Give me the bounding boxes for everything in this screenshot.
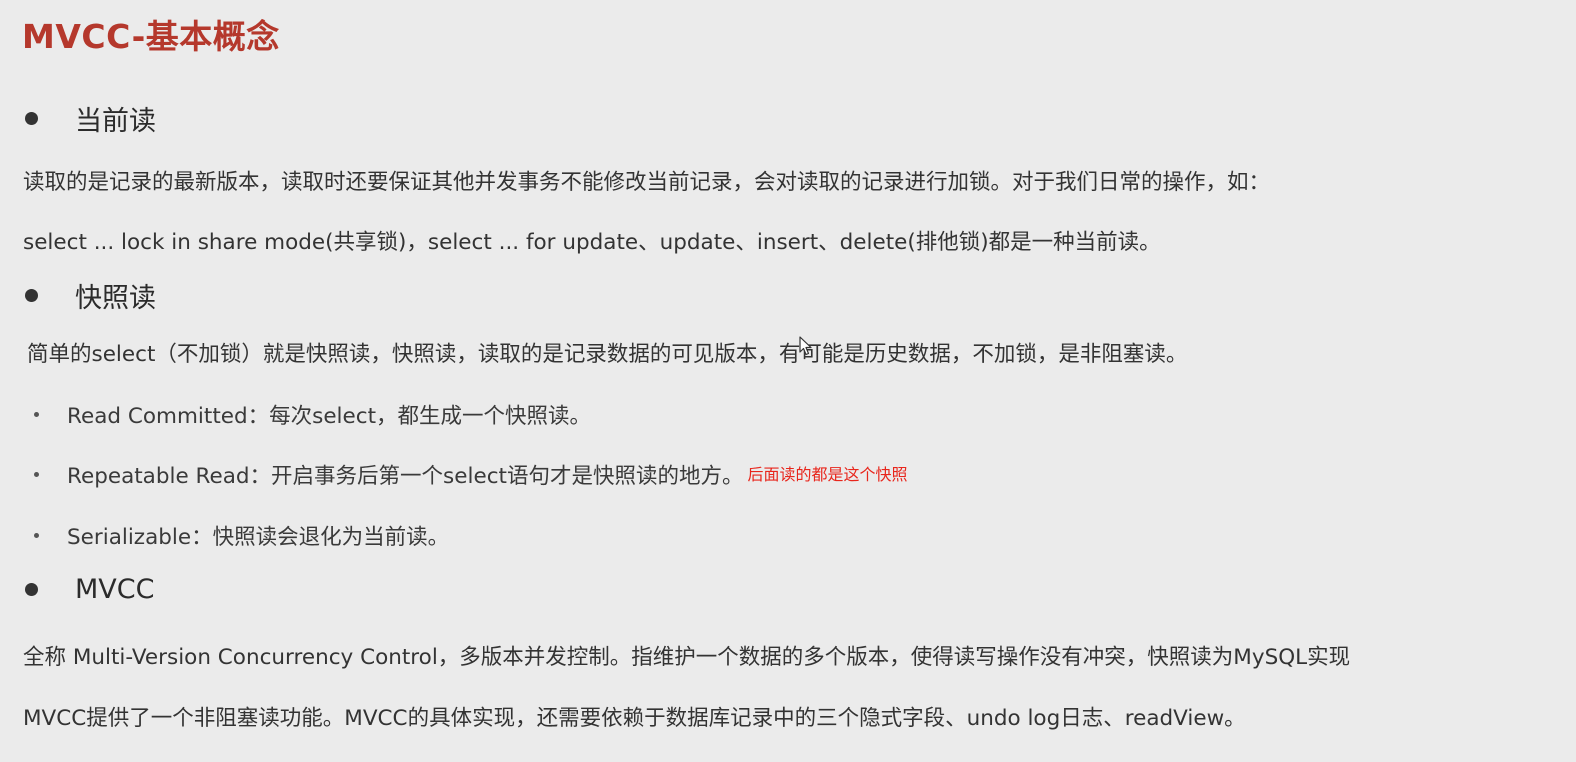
bullet-icon [25, 111, 38, 125]
paragraph: 简单的select（不加锁）就是快照读，快照读，读取的是记录数据的可见版本，有可… [27, 342, 1188, 367]
mouse-pointer-icon [799, 336, 812, 356]
bullet-icon [25, 582, 38, 596]
section-heading-snapshot-read: 快照读 [25, 275, 156, 315]
paragraph: MVCC提供了一个非阻塞读功能。MVCC的具体实现，还需要依赖于数据库记录中的三… [23, 706, 1246, 731]
list-item: Read Committed：每次select，都生成一个快照读。 [34, 399, 591, 429]
page-title: MVCC-基本概念 [22, 17, 280, 56]
bullet-icon [25, 288, 38, 302]
list-item-text: Repeatable Read：开启事务后第一个select语句才是快照读的地方… [67, 463, 744, 489]
list-item: Serializable：快照读会退化为当前读。 [34, 520, 449, 550]
small-bullet-icon [34, 532, 39, 538]
paragraph: select ... lock in share mode(共享锁)，selec… [23, 230, 1161, 255]
list-item-text: Serializable：快照读会退化为当前读。 [67, 524, 450, 550]
section-heading-text: 快照读 [75, 282, 156, 314]
section-heading-text: 当前读 [75, 105, 156, 137]
annotation-note: 后面读的都是这个快照 [747, 465, 908, 484]
section-heading-mvcc: MVCC [25, 569, 154, 609]
section-heading-text: MVCC [75, 573, 155, 605]
paragraph: 全称 Multi-Version Concurrency Control，多版本… [23, 645, 1351, 670]
list-item-text: Read Committed：每次select，都生成一个快照读。 [67, 403, 592, 429]
paragraph: 读取的是记录的最新版本，读取时还要保证其他并发事务不能修改当前记录，会对读取的记… [23, 170, 1271, 195]
small-bullet-icon [34, 471, 39, 477]
small-bullet-icon [34, 411, 39, 417]
section-heading-current-read: 当前读 [25, 98, 156, 138]
list-item: Repeatable Read：开启事务后第一个select语句才是快照读的地方… [34, 459, 907, 489]
